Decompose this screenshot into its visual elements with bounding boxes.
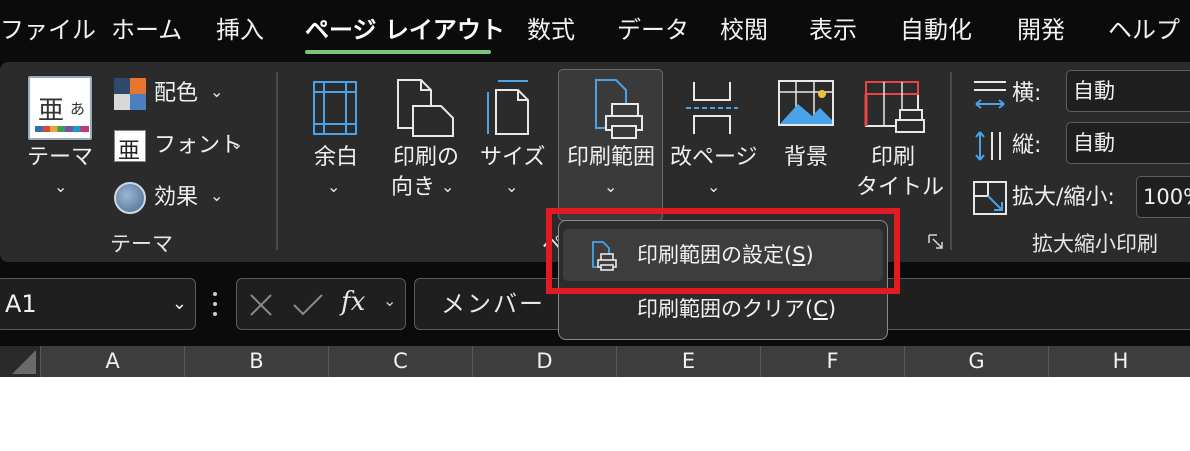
tab-file[interactable]: ファイル	[0, 12, 96, 48]
clear-print-area-accelerator: C	[813, 297, 828, 321]
width-select[interactable]: 自動	[1066, 70, 1190, 112]
column-header-c[interactable]: C	[328, 346, 472, 377]
orientation-chevron-down-icon[interactable]: ⌄	[441, 177, 454, 196]
tab-help[interactable]: ヘルプ	[1108, 12, 1180, 48]
ribbon-tabs: ファイル ホーム 挿入 ページ レイアウト 数式 データ 校閲 表示 自動化 開…	[0, 0, 1190, 62]
print-area-icon	[595, 79, 643, 139]
print-titles-label-line1[interactable]: 印刷	[866, 143, 920, 173]
background-label[interactable]: 背景	[778, 143, 834, 173]
column-header-f[interactable]: F	[760, 346, 904, 377]
enter-check-icon[interactable]	[291, 291, 325, 319]
tab-insert[interactable]: 挿入	[216, 12, 264, 48]
orientation-label-line1[interactable]: 印刷の	[388, 143, 464, 173]
breaks-label[interactable]: 改ページ	[670, 143, 758, 173]
cancel-icon[interactable]	[247, 291, 275, 319]
active-tab-indicator	[305, 50, 491, 54]
height-label: 縦:	[1012, 133, 1042, 158]
column-header-h[interactable]: H	[1048, 346, 1190, 377]
effects-label[interactable]: 効果	[154, 183, 198, 213]
column-header-b[interactable]: B	[184, 346, 328, 377]
column-header-e[interactable]: E	[616, 346, 760, 377]
scale-icon	[973, 181, 1007, 215]
margins-label[interactable]: 余白	[310, 143, 362, 173]
effects-chevron-down-icon[interactable]: ⌄	[210, 186, 223, 205]
group-divider	[276, 72, 278, 250]
print-area-chevron-down-icon: ⌄	[604, 177, 618, 196]
select-all-corner[interactable]	[0, 346, 40, 377]
orientation-label-line2[interactable]: 向き	[388, 173, 438, 203]
column-header-d[interactable]: D	[472, 346, 616, 377]
colors-label[interactable]: 配色	[154, 79, 198, 109]
size-label[interactable]: サイズ	[480, 143, 545, 173]
margins-chevron-down-icon[interactable]: ⌄	[327, 177, 340, 196]
effects-icon[interactable]	[114, 182, 146, 214]
name-box-chevron-down-icon[interactable]: ⌄	[172, 279, 187, 329]
themes-chevron-down-icon[interactable]: ⌄	[54, 177, 67, 196]
width-label: 横:	[1012, 81, 1042, 106]
dialog-launcher-icon[interactable]	[928, 234, 944, 250]
colors-icon[interactable]	[114, 78, 146, 110]
orientation-icon[interactable]	[395, 78, 457, 138]
tab-automate[interactable]: 自動化	[900, 12, 972, 48]
name-box-value: A1	[5, 290, 37, 318]
tab-home[interactable]: ホーム	[111, 12, 182, 48]
tab-view[interactable]: 表示	[809, 12, 857, 48]
tab-developer[interactable]: 開発	[1017, 12, 1065, 48]
group-divider	[950, 72, 952, 250]
tab-formulas[interactable]: 数式	[527, 12, 575, 48]
fonts-label[interactable]: フォント	[154, 131, 242, 161]
themes-icon[interactable]: 亜 あ	[28, 76, 92, 140]
print-area-label: 印刷範囲	[566, 145, 655, 170]
highlight-annotation-box	[546, 208, 900, 294]
scale-label: 拡大/縮小:	[1012, 185, 1115, 210]
breaks-icon[interactable]	[682, 78, 742, 138]
width-icon	[974, 81, 1006, 109]
clear-print-area-label: 印刷範囲のクリア(	[637, 297, 814, 321]
fonts-icon[interactable]: 亜	[114, 130, 146, 164]
more-options-icon[interactable]	[212, 290, 218, 318]
column-header-g[interactable]: G	[904, 346, 1048, 377]
scale-spinner[interactable]: 100%	[1136, 176, 1190, 218]
height-icon	[975, 131, 1001, 161]
themes-label[interactable]: テーマ	[22, 143, 98, 173]
margins-icon[interactable]	[312, 80, 358, 136]
excel-window: ファイル ホーム 挿入 ページ レイアウト 数式 データ 校閲 表示 自動化 開…	[0, 0, 1190, 377]
tab-data[interactable]: データ	[617, 12, 689, 48]
insert-function-icon[interactable]: fx	[341, 287, 365, 317]
scale-group-label: 拡大縮小印刷	[1032, 232, 1158, 256]
colors-chevron-down-icon[interactable]: ⌄	[210, 82, 223, 101]
print-titles-icon[interactable]	[864, 80, 926, 138]
tab-page-layout[interactable]: ページ レイアウト	[305, 12, 505, 48]
print-titles-label-line2[interactable]: タイトル	[856, 173, 944, 203]
size-icon[interactable]	[484, 78, 532, 138]
formula-controls: fx ⌄	[236, 278, 406, 330]
background-icon[interactable]	[778, 80, 834, 128]
name-box[interactable]: A1 ⌄	[0, 278, 196, 330]
fx-chevron-down-icon[interactable]: ⌄	[383, 291, 396, 310]
height-select[interactable]: 自動	[1066, 122, 1190, 164]
fonts-chevron-down-icon[interactable]: ⌄	[230, 134, 243, 153]
column-header-a[interactable]: A	[40, 346, 184, 377]
theme-group-label: テーマ	[110, 232, 173, 256]
breaks-chevron-down-icon[interactable]: ⌄	[707, 177, 720, 196]
tab-review[interactable]: 校閲	[720, 12, 768, 48]
size-chevron-down-icon[interactable]: ⌄	[505, 177, 518, 196]
